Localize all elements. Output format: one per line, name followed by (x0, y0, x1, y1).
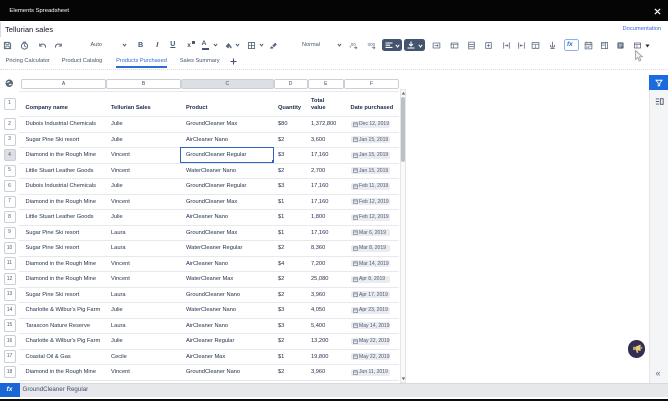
svg-text:00: 00 (350, 42, 356, 47)
svg-text:000: 000 (367, 42, 375, 47)
